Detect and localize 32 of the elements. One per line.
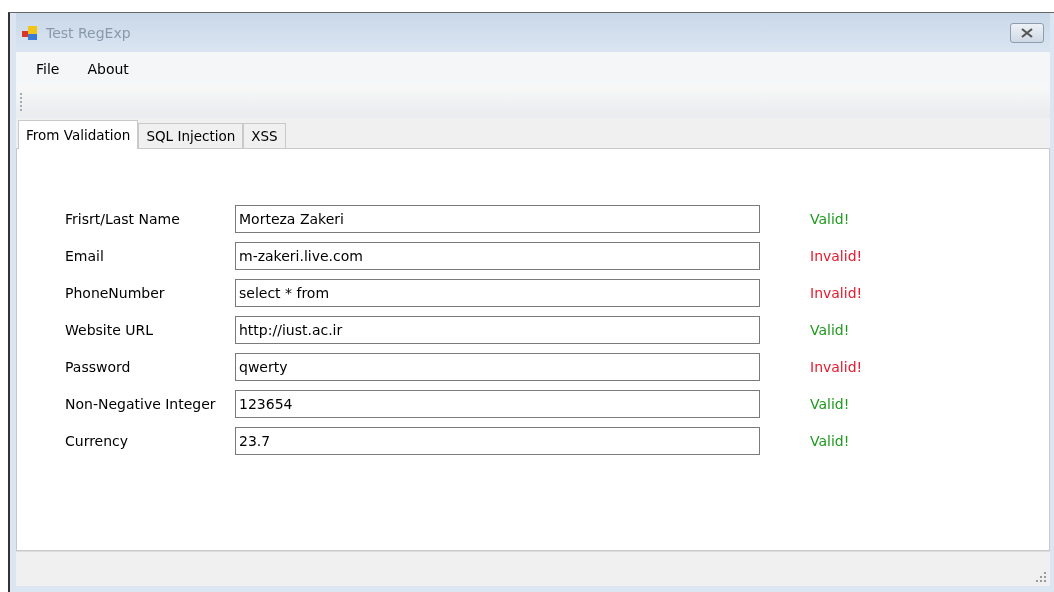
tab[interactable]: SQL Injection bbox=[138, 123, 244, 148]
input-field[interactable]: Morteza Zakeri bbox=[235, 205, 760, 233]
menu-item[interactable]: File bbox=[24, 60, 72, 77]
app-icon bbox=[22, 24, 38, 41]
validation-status: Invalid! bbox=[810, 248, 863, 264]
menu-item[interactable]: About bbox=[75, 60, 141, 77]
tab[interactable]: XSS bbox=[243, 123, 286, 148]
input-field[interactable]: qwerty bbox=[235, 353, 760, 381]
resize-grip-icon[interactable] bbox=[1036, 572, 1046, 582]
window-title: Test RegExp bbox=[46, 24, 132, 41]
validation-status: Valid! bbox=[810, 433, 850, 449]
field-label: Non-Negative Integer bbox=[65, 396, 217, 412]
field-label: Frisrt/Last Name bbox=[65, 211, 181, 227]
field-label: Currency bbox=[65, 433, 130, 449]
field-label: PhoneNumber bbox=[65, 285, 166, 301]
grip-icon[interactable] bbox=[20, 92, 23, 111]
input-field[interactable]: select * from bbox=[235, 279, 760, 307]
validation-status: Invalid! bbox=[810, 285, 863, 301]
input-field[interactable]: http://iust.ac.ir bbox=[235, 316, 760, 344]
validation-status: Invalid! bbox=[810, 359, 863, 375]
field-label: Website URL bbox=[65, 322, 155, 338]
input-field[interactable]: m-zakeri.live.com bbox=[235, 242, 760, 270]
close-icon bbox=[1021, 27, 1033, 38]
close-button[interactable] bbox=[1010, 22, 1044, 43]
validation-status: Valid! bbox=[810, 396, 850, 412]
tab[interactable]: From Validation bbox=[18, 120, 139, 149]
input-field[interactable]: 23.7 bbox=[235, 427, 760, 455]
field-label: Email bbox=[65, 248, 105, 264]
validation-status: Valid! bbox=[810, 322, 850, 338]
input-field[interactable]: 123654 bbox=[235, 390, 760, 418]
field-label: Password bbox=[65, 359, 132, 375]
validation-status: Valid! bbox=[810, 211, 850, 227]
